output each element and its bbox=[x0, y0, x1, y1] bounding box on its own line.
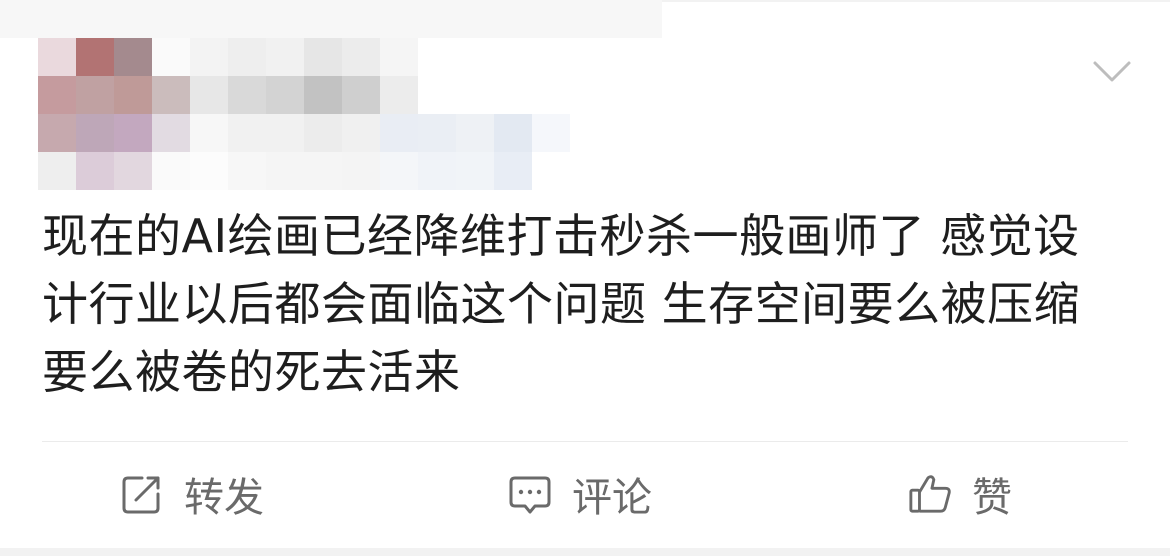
top-separator bbox=[0, 0, 662, 38]
blurred-user-header[interactable] bbox=[38, 38, 608, 190]
chevron-down-icon[interactable] bbox=[1092, 54, 1132, 88]
comment-icon bbox=[508, 472, 552, 516]
like-label: 赞 bbox=[972, 475, 1012, 521]
like-button[interactable]: 赞 bbox=[908, 442, 1012, 546]
comment-button[interactable]: 评论 bbox=[508, 442, 652, 546]
top-separator-right bbox=[662, 0, 1170, 2]
post-text: 现在的AI绘画已经降维打击秒杀一般画师了 感觉设计行业以后都会面临这个问题 生存… bbox=[42, 209, 1081, 399]
repost-label: 转发 bbox=[184, 475, 264, 521]
share-icon bbox=[120, 472, 164, 516]
bottom-separator bbox=[0, 548, 1170, 556]
comment-label: 评论 bbox=[572, 475, 652, 521]
action-bar: 转发 评论 赞 bbox=[0, 442, 1170, 546]
thumbs-up-icon bbox=[908, 472, 952, 516]
repost-button[interactable]: 转发 bbox=[120, 442, 264, 546]
